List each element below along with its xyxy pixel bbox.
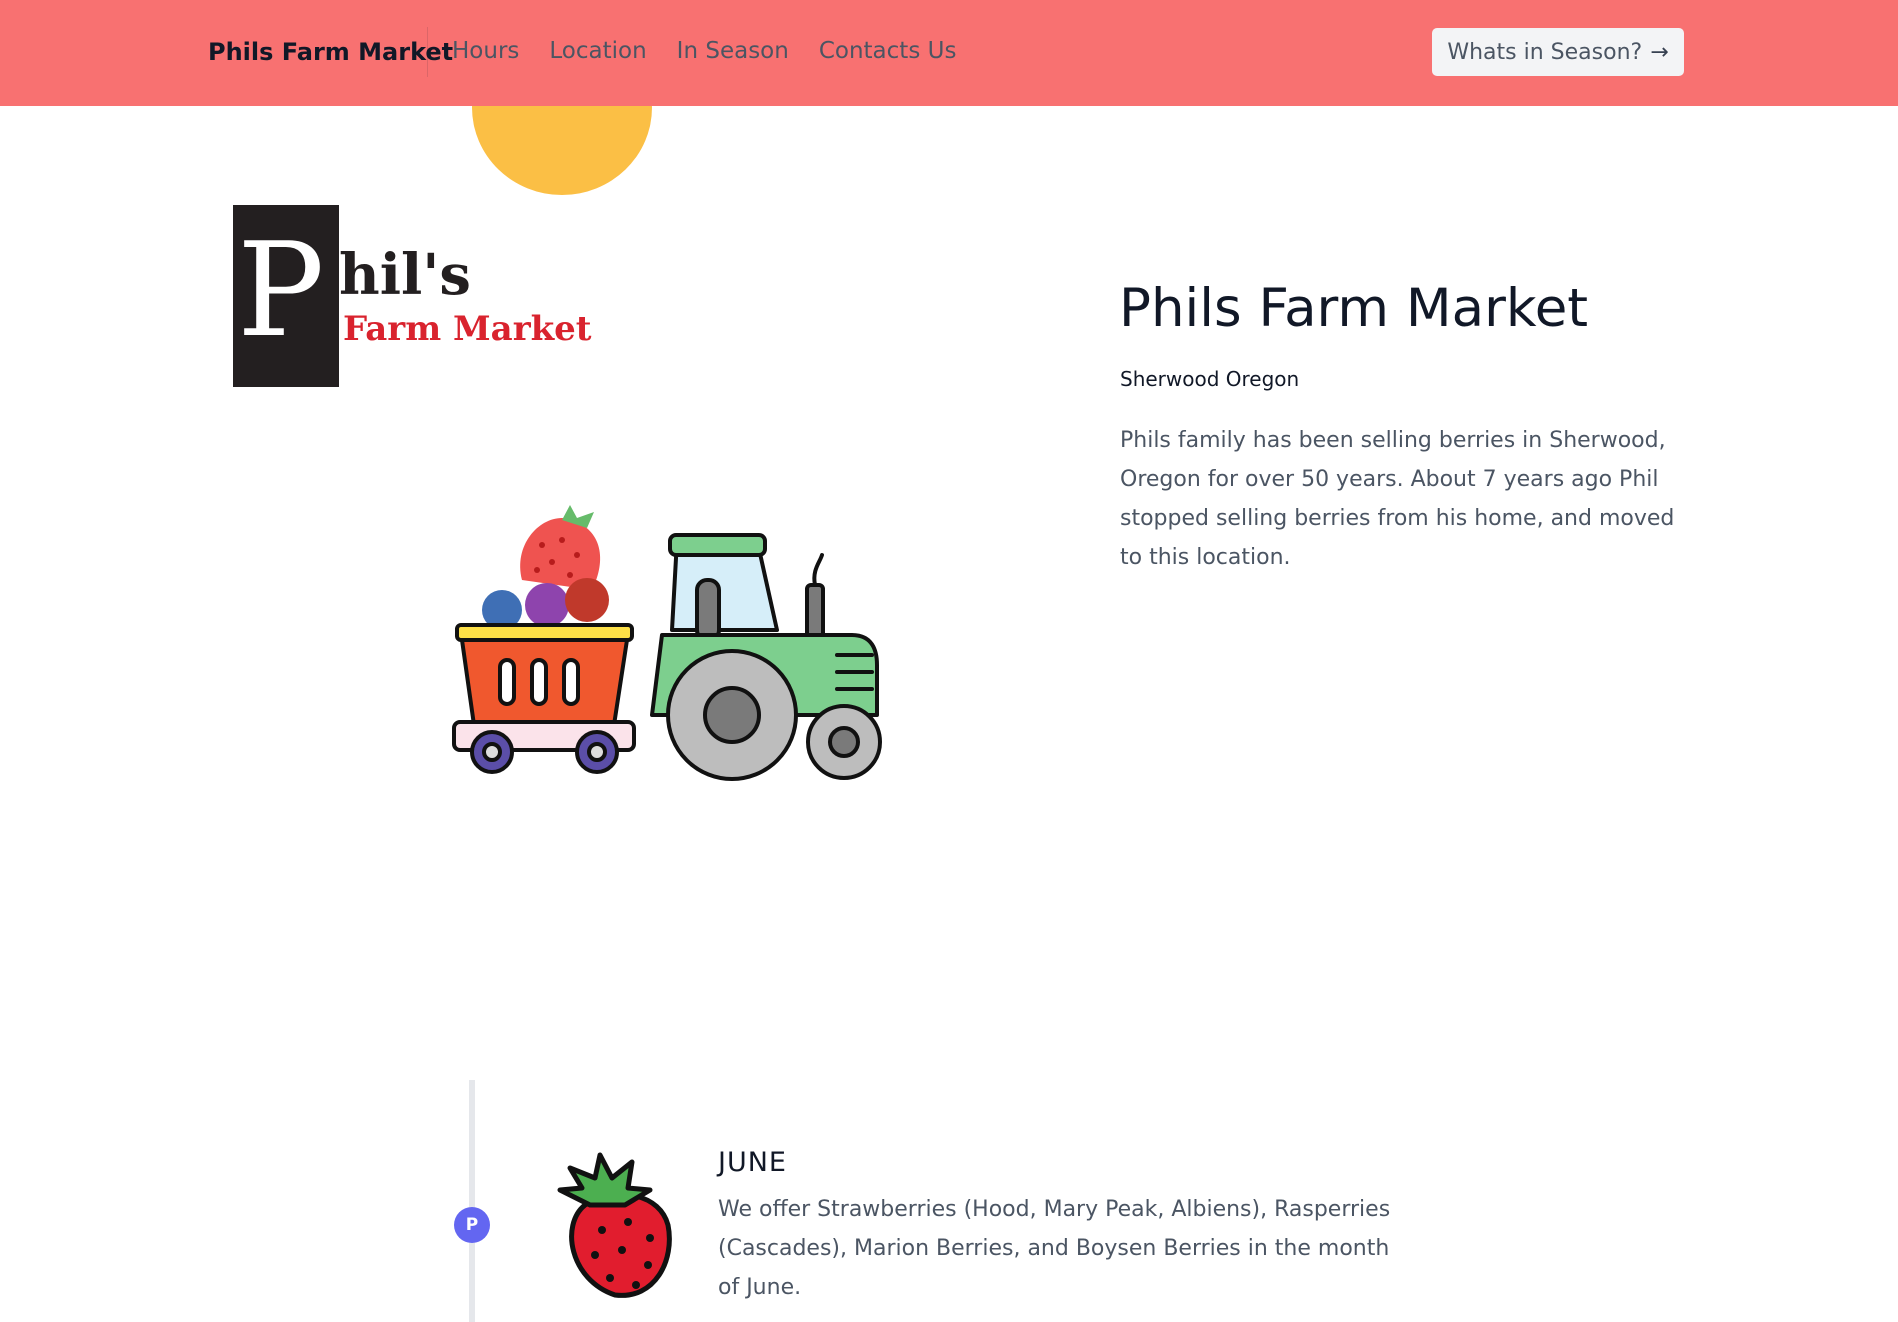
logo-subtitle: Farm Market (343, 309, 592, 349)
logo-letter: P (237, 214, 325, 366)
nav-link-location[interactable]: Location (549, 38, 646, 64)
whats-in-season-label: Whats in Season? (1447, 39, 1643, 65)
nav-links: Hours Location In Season Contacts Us (452, 38, 956, 64)
phils-farm-market-logo: P hil's Farm Market (233, 205, 593, 387)
timeline-entry-description: We offer Strawberries (Hood, Mary Peak, … (718, 1197, 1391, 1300)
nav-link-hours[interactable]: Hours (452, 38, 519, 64)
logo-wordmark: hil's (339, 242, 471, 308)
brand-link[interactable]: Phils Farm Market (208, 38, 453, 66)
hero-subtitle: Sherwood Oregon (1120, 367, 1300, 391)
timeline-marker: P (454, 1207, 490, 1243)
nav-link-contacts[interactable]: Contacts Us (819, 38, 957, 64)
nav-link-in-season[interactable]: In Season (677, 38, 789, 64)
hero-description: Phils family has been selling berries in… (1120, 428, 1675, 570)
tractor-berry-cart-illustration (452, 505, 882, 781)
hero-title: Phils Farm Market (1119, 278, 1589, 339)
timeline-line (469, 1080, 475, 1322)
arrow-right-icon: → (1650, 39, 1669, 65)
strawberry-icon (557, 1152, 672, 1298)
timeline-entry-title: JUNE (718, 1147, 787, 1178)
whats-in-season-button[interactable]: Whats in Season? → (1432, 28, 1684, 76)
nav-divider (427, 27, 428, 77)
top-navigation: Phils Farm Market Hours Location In Seas… (0, 0, 1898, 106)
